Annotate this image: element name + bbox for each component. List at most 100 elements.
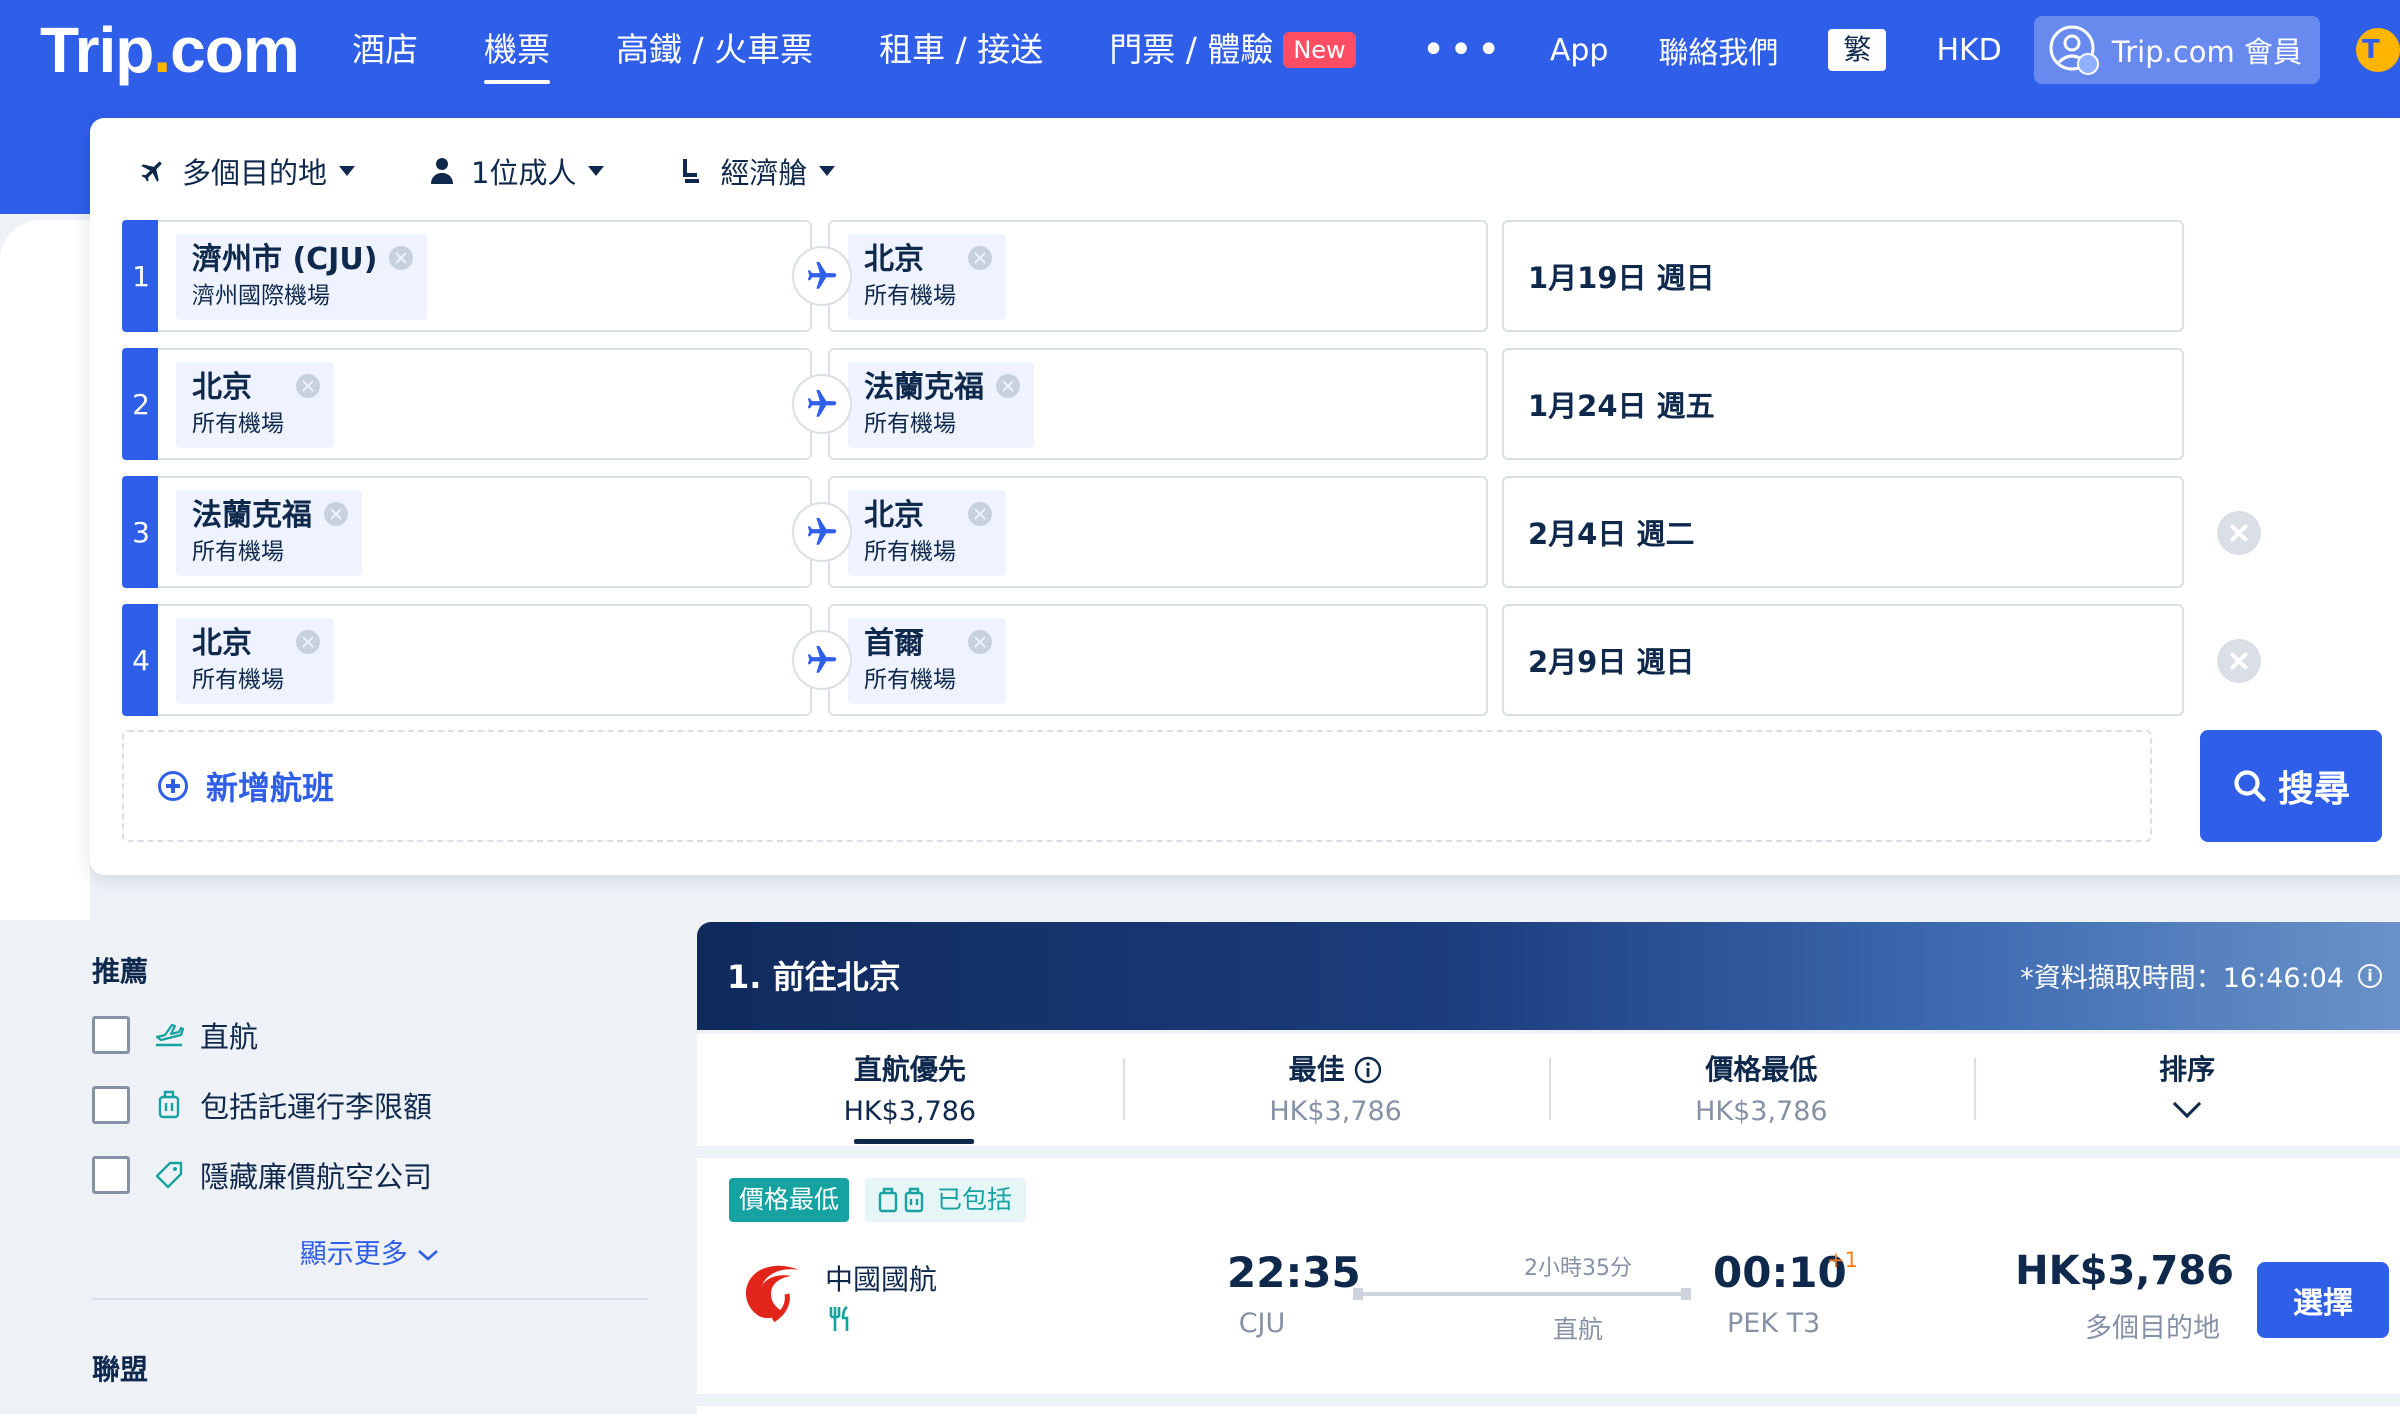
- luggage-icon: [878, 1187, 924, 1213]
- leg-number: 3: [122, 476, 160, 588]
- tab-label: 最佳: [1288, 1053, 1345, 1086]
- swap-airports-icon[interactable]: [792, 502, 852, 562]
- clear-destination-icon[interactable]: [996, 374, 1020, 398]
- show-more-link[interactable]: 顯示更多: [92, 1230, 648, 1280]
- origin-field[interactable]: 北京 所有機場: [158, 604, 812, 716]
- add-flight-button[interactable]: 新增航班: [122, 730, 2152, 842]
- filter-checkbox[interactable]: [92, 1086, 130, 1124]
- trip-logo[interactable]: Trip.com: [40, 10, 300, 90]
- leg-number: 1: [122, 220, 160, 332]
- nav-flights[interactable]: 機票: [484, 20, 550, 84]
- cheapest-badge: 價格最低: [729, 1178, 850, 1222]
- nav-car-rental[interactable]: 租車 / 接送: [879, 20, 1043, 80]
- destination-field[interactable]: 北京 所有機場: [828, 220, 1488, 332]
- destination-field[interactable]: 首爾 所有機場: [828, 604, 1488, 716]
- trip-coins-icon[interactable]: T: [2356, 28, 2400, 72]
- contact-link[interactable]: 聯絡我們: [1658, 28, 1778, 72]
- filter-section-title: 推薦: [92, 955, 149, 988]
- filter-baggage[interactable]: 包括託運行李限額: [92, 1070, 648, 1140]
- app-link[interactable]: App: [1550, 33, 1609, 68]
- chevron-down-icon: [588, 166, 605, 176]
- sort-tabs: 直航優先 HK$3,786 最佳 HK$3,786 價格最低 HK$3,786 …: [697, 1034, 2400, 1146]
- destination-city: 法蘭克福: [864, 370, 984, 405]
- tab-sort[interactable]: 排序: [1974, 1034, 2400, 1146]
- clear-destination-icon[interactable]: [968, 502, 992, 526]
- day-offset: +1: [1827, 1248, 1858, 1272]
- next-result-card: [697, 1406, 2400, 1414]
- destination-chip: 法蘭克福 所有機場: [848, 362, 1034, 448]
- departure-time: 22:35: [1227, 1248, 1361, 1297]
- stops-label: 直航: [1552, 1315, 1603, 1344]
- clear-destination-icon[interactable]: [968, 246, 992, 270]
- flight-search-panel: 多個目的地 1位成人 經濟艙 1 濟州市 (CJU) 濟州國際機場 北京 所有機…: [90, 118, 2400, 875]
- language-selector[interactable]: 繁: [1828, 29, 1887, 71]
- date-field[interactable]: 2月4日 週二: [1502, 476, 2184, 588]
- passenger-label: 1位成人: [471, 156, 577, 190]
- info-icon[interactable]: i: [2358, 963, 2382, 988]
- flight-price: HK$3,786: [2015, 1248, 2234, 1294]
- tab-best[interactable]: 最佳 HK$3,786: [1122, 1034, 1549, 1146]
- info-icon[interactable]: [1353, 1055, 1383, 1085]
- destination-field[interactable]: 北京 所有機場: [828, 476, 1488, 588]
- origin-field[interactable]: 法蘭克福 所有機場: [158, 476, 812, 588]
- direct-flight-icon: [152, 1018, 186, 1052]
- currency-selector[interactable]: HKD: [1936, 33, 2001, 68]
- chevron-down-icon: [339, 166, 356, 176]
- person-icon: [427, 156, 457, 186]
- plane-icon: [138, 156, 168, 186]
- destination-field[interactable]: 法蘭克福 所有機場: [828, 348, 1488, 460]
- nav-hotels[interactable]: 酒店: [352, 20, 418, 80]
- filter-checkbox[interactable]: [92, 1016, 130, 1054]
- origin-field[interactable]: 北京 所有機場: [158, 348, 812, 460]
- fetch-time-label: *資料擷取時間：16:46:04: [2020, 963, 2344, 994]
- nav-attractions[interactable]: 門票 / 體驗 New: [1109, 20, 1356, 80]
- tab-label-wrap: 最佳: [1289, 1048, 1383, 1092]
- baggage-included-badge: 已包括: [865, 1178, 1027, 1222]
- tag-icon: [152, 1158, 186, 1192]
- add-flight-label: 新增航班: [206, 769, 335, 807]
- search-button[interactable]: 搜尋: [2200, 730, 2382, 842]
- passenger-dropdown[interactable]: 1位成人: [427, 150, 605, 192]
- origin-field[interactable]: 濟州市 (CJU) 濟州國際機場: [158, 220, 812, 332]
- origin-chip: 北京 所有機場: [176, 362, 334, 448]
- destination-city: 北京: [864, 498, 924, 533]
- date-field[interactable]: 2月9日 週日: [1502, 604, 2184, 716]
- swap-airports-icon[interactable]: [792, 630, 852, 690]
- main-nav: 酒店 機票 高鐵 / 火車票 租車 / 接送 門票 / 體驗 New •••: [352, 20, 1570, 84]
- more-menu-icon[interactable]: •••: [1422, 30, 1505, 70]
- flight-tags: 價格最低 已包括: [729, 1178, 1027, 1222]
- select-flight-button[interactable]: 選擇: [2257, 1262, 2389, 1338]
- date-field[interactable]: 1月19日 週日: [1502, 220, 2184, 332]
- origin-airport: 所有機場: [192, 539, 284, 565]
- clear-origin-icon[interactable]: [296, 630, 320, 654]
- chevron-down-icon: [819, 166, 836, 176]
- filter-hide-lowcost[interactable]: 隱藏廉價航空公司: [92, 1140, 648, 1210]
- remove-leg-icon[interactable]: [2217, 639, 2261, 683]
- swap-airports-icon[interactable]: [792, 374, 852, 434]
- plus-circle-icon: [158, 771, 188, 801]
- cabin-dropdown[interactable]: 經濟艙: [676, 150, 836, 192]
- clear-origin-icon[interactable]: [296, 374, 320, 398]
- trip-type-dropdown[interactable]: 多個目的地: [138, 150, 356, 192]
- results-header: 1. 前往北京 *資料擷取時間：16:46:04 i: [697, 922, 2400, 1030]
- destination-airport: 所有機場: [864, 283, 956, 309]
- clear-origin-icon[interactable]: [389, 246, 414, 270]
- tab-direct-first[interactable]: 直航優先 HK$3,786: [697, 1034, 1123, 1146]
- filter-direct[interactable]: 直航: [92, 1000, 648, 1070]
- alliance-section-title: 聯盟: [92, 1353, 149, 1386]
- clear-destination-icon[interactable]: [968, 630, 992, 654]
- date-field[interactable]: 1月24日 週五: [1502, 348, 2184, 460]
- tab-price: HK$3,786: [1269, 1096, 1402, 1127]
- search-icon: [2234, 770, 2266, 802]
- filter-label: 包括託運行李限額: [200, 1090, 433, 1124]
- tab-cheapest[interactable]: 價格最低 HK$3,786: [1548, 1034, 1975, 1146]
- filter-checkbox[interactable]: [92, 1156, 130, 1194]
- origin-chip: 法蘭克福 所有機場: [176, 490, 362, 576]
- remove-leg-icon[interactable]: [2217, 511, 2261, 555]
- member-login-button[interactable]: Trip.com 會員: [2033, 16, 2320, 84]
- nav-trains[interactable]: 高鐵 / 火車票: [616, 20, 813, 80]
- origin-city: 濟州市 (CJU): [192, 242, 378, 277]
- swap-airports-icon[interactable]: [792, 246, 852, 306]
- clear-origin-icon[interactable]: [324, 502, 348, 526]
- flight-result-card[interactable]: 價格最低 已包括 中國國航 22:35 CJU 2小時35分 直航 00:10 …: [697, 1158, 2400, 1394]
